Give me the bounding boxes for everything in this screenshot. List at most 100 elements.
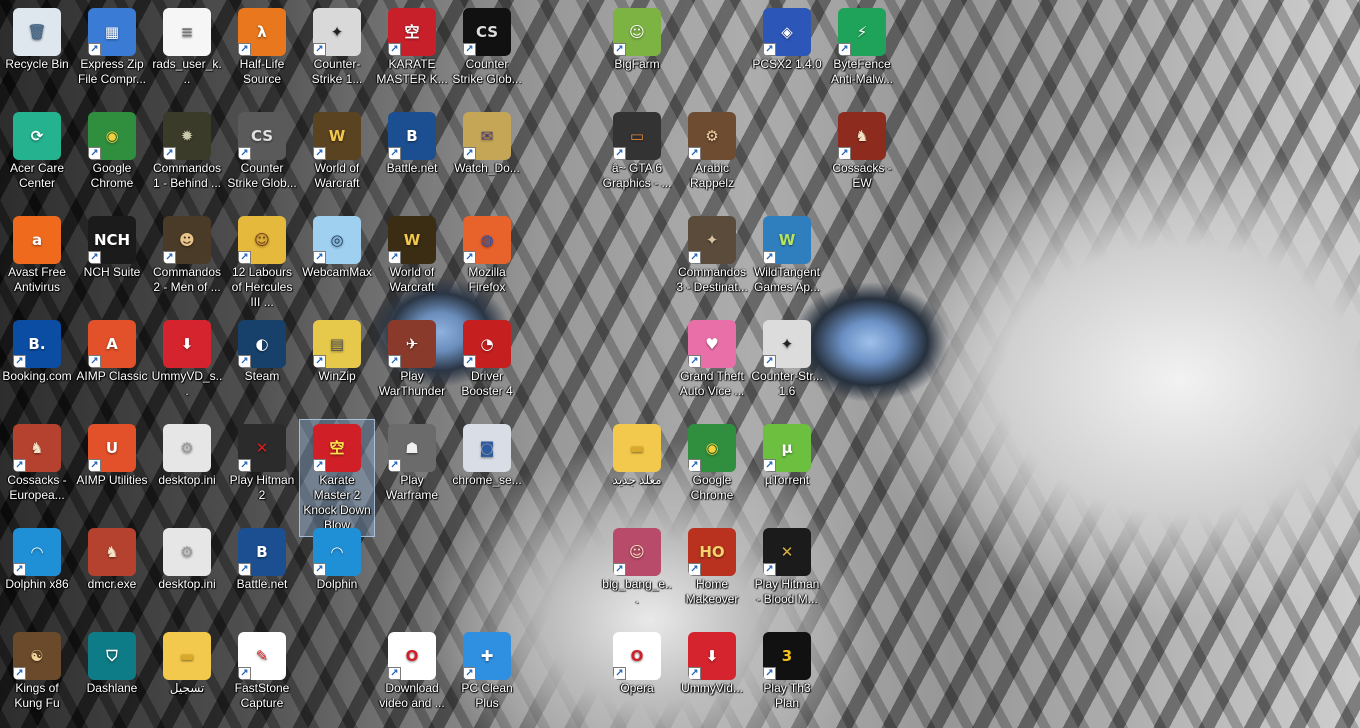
desktop-icon-bigfarm[interactable]: ☺ ↗ BigFarm bbox=[600, 4, 674, 104]
desktop-icon-battlenet-2[interactable]: B ↗ Battle.net bbox=[225, 524, 299, 624]
desktop-icon-counter-strike-16[interactable]: ✦ ↗ Counter-Str... 1.6 bbox=[750, 316, 824, 416]
desktop-icon-express-zip[interactable]: ▦ ↗ Express Zip File Compr... bbox=[75, 4, 149, 104]
desktop-icon-pc-clean-plus[interactable]: ✚ ↗ PC Clean Plus bbox=[450, 628, 524, 728]
desktop-icon-commandos-3[interactable]: ✦ ↗ Commandos 3 - Destinat... bbox=[675, 212, 749, 312]
shortcut-arrow-icon: ↗ bbox=[688, 667, 701, 680]
desktop-icon-faststone-capture[interactable]: ✎ ↗ FastStone Capture bbox=[225, 628, 299, 728]
shortcut-arrow-icon: ↗ bbox=[388, 667, 401, 680]
world-of-warcraft-icon: W ↗ bbox=[313, 112, 361, 160]
shortcut-arrow-icon: ↗ bbox=[238, 147, 251, 160]
desktop-icon-recording-folder[interactable]: ▬ تسجيل bbox=[150, 628, 224, 728]
desktop-icon-utorrent[interactable]: µ ↗ µTorrent bbox=[750, 420, 824, 520]
desktop-icon-acer-care-center[interactable]: ⟳ Acer Care Center bbox=[0, 108, 74, 208]
google-chrome-icon: ◉ ↗ bbox=[688, 424, 736, 472]
shortcut-arrow-icon: ↗ bbox=[463, 147, 476, 160]
desktop-icon-webcammax[interactable]: ◎ ↗ WebcamMax bbox=[300, 212, 374, 312]
desktop-icon-play-warframe[interactable]: ☗ ↗ Play Warframe bbox=[375, 420, 449, 520]
webcammax-icon: ◎ ↗ bbox=[313, 216, 361, 264]
desktop-icon-desktop-ini-2[interactable]: ⚙ desktop.ini bbox=[150, 524, 224, 624]
desktop-icon-world-of-warcraft-2[interactable]: W ↗ World of Warcraft bbox=[375, 212, 449, 312]
world-of-warcraft-icon: W ↗ bbox=[388, 216, 436, 264]
kung-fu-icon: ☯ ↗ bbox=[13, 632, 61, 680]
desktop-icon-avast[interactable]: a Avast Free Antivirus bbox=[0, 212, 74, 312]
desktop-icon-cossacks-european[interactable]: ♞ ↗ Cossacks - Europea... bbox=[0, 420, 74, 520]
desktop-icon-rads-user-file[interactable]: ≡ rads_user_k... bbox=[150, 4, 224, 104]
desktop-icon-google-chrome-2[interactable]: ◉ ↗ Google Chrome bbox=[675, 420, 749, 520]
desktop-icon-arabic-rappelz[interactable]: ⚙ ↗ Arabic Rappelz bbox=[675, 108, 749, 208]
desktop-icon-csgo-2[interactable]: CS ↗ Counter Strike Glob... bbox=[225, 108, 299, 208]
commandos-grenade-icon: ✹ ↗ bbox=[163, 112, 211, 160]
shortcut-arrow-icon: ↗ bbox=[763, 459, 776, 472]
desktop-icon-aimp-utilities[interactable]: U ↗ AIMP Utilities bbox=[75, 420, 149, 520]
desktop-icon-half-life-source[interactable]: λ ↗ Half-Life Source bbox=[225, 4, 299, 104]
counter-strike-icon: ✦ ↗ bbox=[313, 8, 361, 56]
desktop-icon-watch-dogs[interactable]: ✉ ↗ Watch_Do... bbox=[450, 108, 524, 208]
desktop-icon-play-th3-plan[interactable]: 3 ↗ Play Th3 Plan bbox=[750, 628, 824, 728]
desktop-icon-battlenet-1[interactable]: B ↗ Battle.net bbox=[375, 108, 449, 208]
shortcut-arrow-icon: ↗ bbox=[763, 563, 776, 576]
shortcut-arrow-icon: ↗ bbox=[613, 563, 626, 576]
desktop-icon-driver-booster[interactable]: ◔ ↗ Driver Booster 4 bbox=[450, 316, 524, 416]
desktop-icon-commandos-2[interactable]: ☻ ↗ Commandos 2 - Men of ... bbox=[150, 212, 224, 312]
desktop-icon-cossacks-ew[interactable]: ♞ ↗ Cossacks - EW bbox=[825, 108, 899, 208]
desktop-icon-pcsx2[interactable]: ◈ ↗ PCSX2 1.4.0 bbox=[750, 4, 824, 104]
desktop-icon-gta-vice-city[interactable]: ♥ ↗ Grand Theft Auto Vice ... bbox=[675, 316, 749, 416]
desktop-icon-dashlane[interactable]: ⛉ Dashlane bbox=[75, 628, 149, 728]
desktop-icon-booking[interactable]: B. ↗ Booking.com bbox=[0, 316, 74, 416]
bytefence-icon: ⚡ ↗ bbox=[838, 8, 886, 56]
shortcut-arrow-icon: ↗ bbox=[238, 667, 251, 680]
desktop-icon-chrome-setup[interactable]: ◙ chrome_se... bbox=[450, 420, 524, 520]
desktop-icon-new-folder[interactable]: ▬ معلد جديد bbox=[600, 420, 674, 520]
desktop-icon-nch-suite[interactable]: NCH ↗ NCH Suite bbox=[75, 212, 149, 312]
desktop-icon-mozilla-firefox[interactable]: ◍ ↗ Mozilla Firefox bbox=[450, 212, 524, 312]
desktop-icon-recycle-bin[interactable]: 🗑 Recycle Bin bbox=[0, 4, 74, 104]
desktop-icon-bytefence[interactable]: ⚡ ↗ ByteFence Anti-Malw... bbox=[825, 4, 899, 104]
cossacks-icon: ♞ ↗ bbox=[13, 424, 61, 472]
desktop-icon-play-warthunder[interactable]: ✈ ↗ Play WarThunder bbox=[375, 316, 449, 416]
desktop-icon-play-hitman-blood-money[interactable]: ✕ ↗ Play Hitman - Blood M... bbox=[750, 524, 824, 624]
desktop-icon-download-video[interactable]: O ↗ Download video and ... bbox=[375, 628, 449, 728]
shortcut-arrow-icon: ↗ bbox=[313, 147, 326, 160]
desktop-icon-play-hitman-2[interactable]: ✕ ↗ Play Hitman 2 bbox=[225, 420, 299, 520]
shortcut-arrow-icon: ↗ bbox=[613, 667, 626, 680]
desktop-icon-dolphin[interactable]: ◠ ↗ Dolphin bbox=[300, 524, 374, 624]
shortcut-arrow-icon: ↗ bbox=[463, 251, 476, 264]
karate-master-icon: 空 ↗ bbox=[388, 8, 436, 56]
desktop-icon-steam[interactable]: ◐ ↗ Steam bbox=[225, 316, 299, 416]
desktop-icon-dmcr-exe[interactable]: ♞ dmcr.exe bbox=[75, 524, 149, 624]
desktop-icon-karate-master-k[interactable]: 空 ↗ KARATE MASTER K... bbox=[375, 4, 449, 104]
shortcut-arrow-icon: ↗ bbox=[313, 43, 326, 56]
desktop-icon-home-makeover[interactable]: HO ↗ Home Makeover bbox=[675, 524, 749, 624]
desktop-icon-12-labours-hercules[interactable]: ☺ ↗ 12 Labours of Hercules III ... bbox=[225, 212, 299, 312]
desktop-icon-commandos-1[interactable]: ✹ ↗ Commandos 1 - Behind ... bbox=[150, 108, 224, 208]
shortcut-arrow-icon: ↗ bbox=[763, 43, 776, 56]
shortcut-arrow-icon: ↗ bbox=[238, 43, 251, 56]
desktop-icon-aimp-classic[interactable]: A ↗ AIMP Classic bbox=[75, 316, 149, 416]
th3-plan-icon: 3 ↗ bbox=[763, 632, 811, 680]
csgo-icon: CS ↗ bbox=[463, 8, 511, 56]
shortcut-arrow-icon: ↗ bbox=[463, 355, 476, 368]
desktop-icon-csgo-1[interactable]: CS ↗ Counter Strike Glob... bbox=[450, 4, 524, 104]
desktop-icon-big-bang[interactable]: ☺ ↗ big_bang_e... bbox=[600, 524, 674, 624]
desktop-icon-counter-strike-1[interactable]: ✦ ↗ Counter-Strike 1... bbox=[300, 4, 374, 104]
desktop-icon-ummy-video[interactable]: ⬇ ↗ UmmyVid... bbox=[675, 628, 749, 728]
desktop-icon-ummyvd-setup[interactable]: ⬇ UmmyVD_s... bbox=[150, 316, 224, 416]
desktop-icon-desktop-ini-1[interactable]: ⚙ desktop.ini bbox=[150, 420, 224, 520]
desktop-icon-dolphin-x86[interactable]: ◠ ↗ Dolphin x86 bbox=[0, 524, 74, 624]
desktop-icon-kings-of-kung-fu[interactable]: ☯ ↗ Kings of Kung Fu bbox=[0, 628, 74, 728]
installer-icon: ◙ bbox=[463, 424, 511, 472]
shortcut-arrow-icon: ↗ bbox=[313, 563, 326, 576]
desktop-icon-world-of-warcraft-1[interactable]: W ↗ World of Warcraft bbox=[300, 108, 374, 208]
desktop-icon-google-chrome-1[interactable]: ◉ ↗ Google Chrome bbox=[75, 108, 149, 208]
winzip-icon: ▤ ↗ bbox=[313, 320, 361, 368]
shortcut-arrow-icon: ↗ bbox=[313, 251, 326, 264]
desktop-icon-karate-master-2[interactable]: 空 ↗ Karate Master 2 Knock Down Blow bbox=[299, 419, 375, 537]
shortcut-arrow-icon: ↗ bbox=[388, 459, 401, 472]
shortcut-arrow-icon: ↗ bbox=[838, 43, 851, 56]
desktop-icon-gta-6-graphics[interactable]: ▭ ↗ â~ GTA 6 Graphics - ... bbox=[600, 108, 674, 208]
desktop-icon-winzip[interactable]: ▤ ↗ WinZip bbox=[300, 316, 374, 416]
desktop-icon-wildtangent[interactable]: W ↗ WildTangent Games Ap... bbox=[750, 212, 824, 312]
recycle-bin-icon: 🗑 bbox=[13, 8, 61, 56]
desktop-icon-opera[interactable]: O ↗ Opera bbox=[600, 628, 674, 728]
faststone-icon: ✎ ↗ bbox=[238, 632, 286, 680]
